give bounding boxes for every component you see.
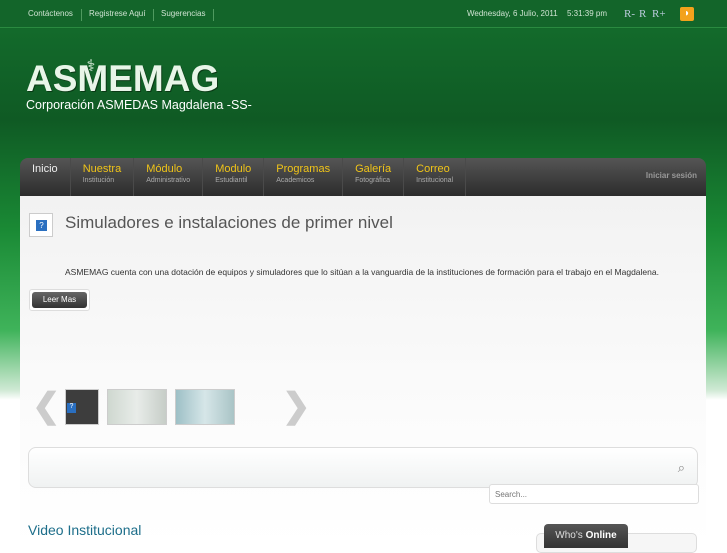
caduceus-icon: ⚕ [86, 58, 96, 75]
nav-label: Modulo [215, 163, 252, 175]
font-increase-button[interactable]: R+ [652, 8, 666, 20]
nav-label: Correo [416, 163, 450, 175]
online-label: Online [585, 530, 617, 541]
nav-sublabel: Institución [82, 177, 115, 184]
nav-label: Inicio [32, 163, 58, 175]
slide-thumbnail[interactable] [107, 389, 167, 425]
search-input[interactable] [489, 484, 699, 504]
whos-online-tab: Who's Online [544, 524, 628, 548]
search-bar: ⌕ [28, 447, 698, 488]
top-bar: Contáctenos Registrese Aquí Sugerencias … [0, 0, 727, 28]
nav-modulo-estudiantil[interactable]: Modulo Estudiantil [203, 158, 265, 196]
login-link[interactable]: Iniciar sesión [646, 171, 697, 180]
search-icon[interactable]: ⌕ [678, 460, 685, 476]
logo[interactable]: ⚕ ASMEMAG Corporación ASMEDAS Magdalena … [26, 58, 252, 112]
suggestions-link[interactable]: Sugerencias [161, 9, 215, 21]
rss-icon[interactable]: ◗ [680, 7, 694, 21]
read-more-label: Leer Mas [32, 292, 87, 308]
nav-sublabel: Institucional [416, 177, 454, 184]
nav-label: Programas [276, 163, 331, 175]
time: 5:31:39 pm [567, 9, 608, 18]
nav-inicio[interactable]: Inicio [20, 158, 71, 202]
slide-description: ASMEMAG cuenta con una dotación de equip… [65, 267, 659, 277]
read-more-button[interactable]: Leer Mas [29, 289, 90, 311]
nav-correo-institucional[interactable]: Correo Institucional [404, 158, 467, 196]
nav-sublabel: Academicos [276, 177, 315, 184]
nav-modulo-administrativo[interactable]: Módulo Administrativo [134, 158, 204, 196]
logo-subtitle: Corporación ASMEDAS Magdalena -SS- [26, 98, 252, 112]
contact-link[interactable]: Contáctenos [28, 9, 82, 21]
logo-title: ASMEMAG [26, 58, 220, 99]
nav-programas-academicos[interactable]: Programas Academicos [264, 158, 344, 196]
video-section-title: Video Institucional [28, 522, 142, 538]
main-nav: Inicio Nuestra Institución Módulo Administ… [20, 158, 706, 202]
nav-sublabel: Administrativo [146, 177, 191, 184]
nav-sublabel: Estudiantil [215, 177, 248, 184]
date: Wednesday, 6 Julio, 2011 [467, 9, 558, 18]
nav-nuestra-institucion[interactable]: Nuestra Institución [71, 158, 135, 196]
nav-label: Módulo [146, 163, 183, 175]
slide-thumbnail[interactable] [175, 389, 235, 425]
slide-title: Simuladores e instalaciones de primer ni… [65, 213, 393, 232]
font-reset-button[interactable]: R [639, 8, 646, 20]
nav-sublabel: Fotográfica [355, 177, 391, 184]
prev-arrow-icon[interactable]: ❮ [32, 386, 61, 426]
next-arrow-icon[interactable]: ❯ [282, 386, 311, 426]
slide-thumbnail[interactable]: ? [65, 389, 99, 425]
slide-image-icon: ? [29, 213, 53, 237]
register-link[interactable]: Registrese Aquí [89, 9, 155, 21]
whos-label: Who's [555, 530, 583, 541]
font-decrease-button[interactable]: R- [624, 8, 635, 20]
nav-label: Nuestra [82, 163, 122, 175]
nav-label: Galería [355, 163, 392, 175]
nav-galeria-fotografica[interactable]: Galería Fotográfica [343, 158, 405, 196]
